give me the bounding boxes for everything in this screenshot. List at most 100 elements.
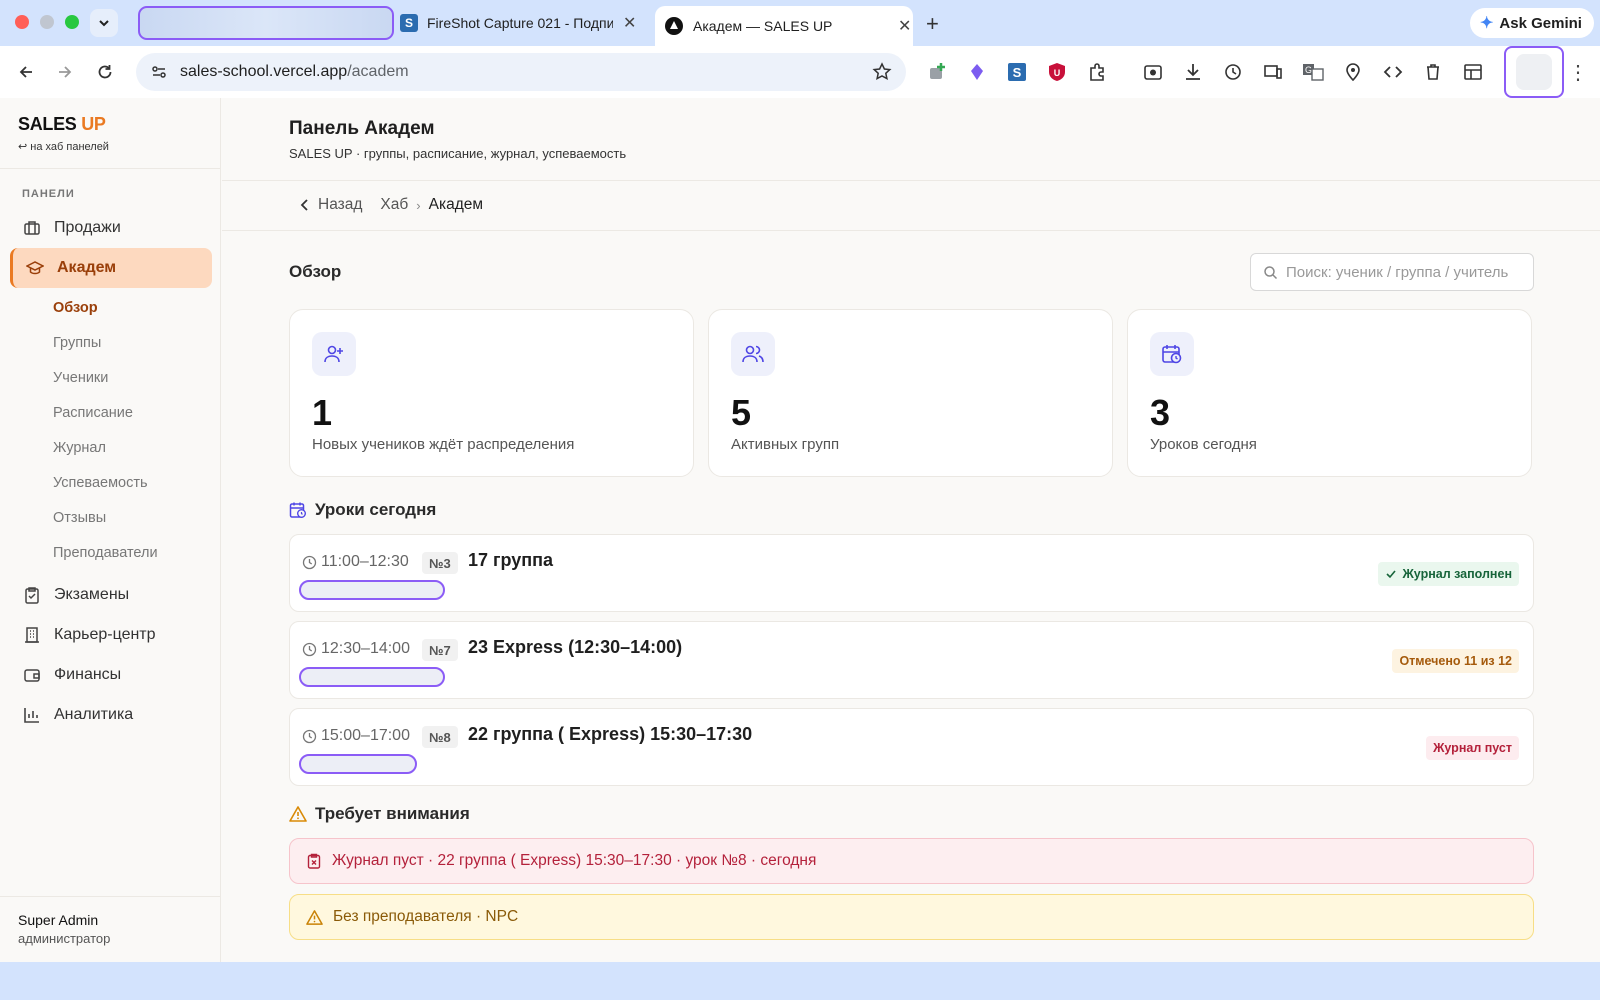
sidebar-subitem-teachers[interactable]: Преподаватели <box>53 545 158 561</box>
screenshot-icon[interactable] <box>1140 59 1166 85</box>
browser-menu-icon[interactable]: ⋮ <box>1568 60 1588 85</box>
url-host: sales-school.vercel.app <box>180 63 348 80</box>
reload-button[interactable] <box>93 60 117 84</box>
sidebar-subitem-schedule[interactable]: Расписание <box>53 405 133 421</box>
extensions-puzzle-icon[interactable] <box>1084 59 1110 85</box>
sidebar-subitem-students[interactable]: Ученики <box>53 370 108 386</box>
site-settings-icon[interactable] <box>148 61 170 83</box>
lessons-today-title: Уроки сегодня <box>289 500 436 520</box>
fireshot-extension-icon[interactable]: S <box>1004 59 1030 85</box>
arrow-left-icon <box>19 66 32 78</box>
sidebar-item-career[interactable]: Карьер-центр <box>10 615 212 655</box>
browser-toolbar: sales-school.vercel.app/academ S U G ⋮ <box>0 46 1600 98</box>
sidebar-item-label: Академ <box>57 259 117 276</box>
stat-card-new-students[interactable]: 1 Новых учеников ждёт распределения <box>289 309 694 477</box>
section-title-label: Требует внимания <box>315 804 470 823</box>
tab-academ[interactable]: Академ — SALES UP ✕ <box>655 6 913 46</box>
back-button[interactable] <box>14 60 38 84</box>
side-panel-icon[interactable] <box>1460 59 1486 85</box>
stat-value: 5 <box>731 392 752 433</box>
user-name[interactable]: Super Admin <box>18 912 98 928</box>
graduation-cap-icon <box>25 258 45 278</box>
forward-button[interactable] <box>53 60 77 84</box>
tab-fireshot[interactable]: S FireShot Capture 021 - Подпи... ✕ <box>398 6 648 40</box>
check-icon <box>1386 570 1397 579</box>
bookmark-star-icon[interactable] <box>872 62 892 87</box>
lesson-row[interactable]: 12:30–14:00 №7 23 Express (12:30–14:00) … <box>289 621 1534 699</box>
lesson-time-label: 12:30–14:00 <box>321 640 410 657</box>
sidebar-subitem-groups[interactable]: Группы <box>53 335 101 351</box>
sidebar-subitem-performance[interactable]: Успеваемость <box>53 475 148 491</box>
fireshot-favicon-icon: S <box>400 14 418 32</box>
browser-tabstrip: S FireShot Capture 021 - Подпи... ✕ Акад… <box>0 0 1600 46</box>
minimize-window-button[interactable] <box>40 15 54 29</box>
sidebar-subitem-reviews[interactable]: Отзывы <box>53 510 106 526</box>
stat-card-active-groups[interactable]: 5 Активных групп <box>708 309 1113 477</box>
stat-card-lessons-today[interactable]: 3 Уроков сегодня <box>1127 309 1532 477</box>
profile-avatar-button[interactable] <box>1504 46 1564 98</box>
lesson-group-name[interactable]: 23 Express (12:30–14:00) <box>468 637 682 658</box>
ublock-shield-icon[interactable]: U <box>1044 59 1070 85</box>
section-title-label: Уроки сегодня <box>315 500 437 519</box>
vercel-favicon-icon <box>665 17 683 35</box>
status-badge: Журнал заполнен <box>1378 562 1519 586</box>
address-bar[interactable]: sales-school.vercel.app/academ <box>136 53 906 91</box>
gemini-sparkle-icon: ✦ <box>1480 15 1494 32</box>
svg-text:U: U <box>1054 68 1061 78</box>
avatar <box>1516 54 1552 90</box>
redacted-teacher <box>299 667 445 687</box>
translate-icon[interactable]: G <box>1300 59 1326 85</box>
breadcrumb-current: Академ <box>428 196 484 213</box>
sidebar-item-exams[interactable]: Экзамены <box>10 575 212 615</box>
code-icon[interactable] <box>1380 59 1406 85</box>
lesson-number-badge: №3 <box>422 552 458 574</box>
chevron-right-icon: › <box>416 197 421 213</box>
trash-icon[interactable] <box>1420 59 1446 85</box>
stat-value: 3 <box>1150 392 1171 433</box>
user-plus-icon <box>312 332 356 376</box>
sidebar-footer-divider <box>0 896 221 897</box>
breadcrumb-hub[interactable]: Хаб <box>380 196 408 214</box>
sidebar-item-sales[interactable]: Продажи <box>10 208 212 248</box>
attention-title: Требует внимания <box>289 804 470 824</box>
search-input[interactable] <box>1286 263 1526 281</box>
svg-text:S: S <box>1013 65 1022 80</box>
users-icon <box>731 332 775 376</box>
sidebar-item-finance[interactable]: Финансы <box>10 655 212 695</box>
sidebar-item-label: Карьер-центр <box>54 626 156 643</box>
close-tab-icon[interactable]: ✕ <box>623 13 636 33</box>
devices-icon[interactable] <box>1260 59 1286 85</box>
sidebar-subitem-journal[interactable]: Журнал <box>53 440 106 456</box>
back-to-hub-link[interactable]: ↩ на хаб панелей <box>18 140 109 153</box>
arrow-right-icon <box>59 66 72 78</box>
new-tab-button[interactable]: + <box>926 11 939 37</box>
lesson-group-name[interactable]: 17 группа <box>468 550 553 571</box>
overview-title: Обзор <box>289 262 342 281</box>
extension-add-icon[interactable] <box>924 59 950 85</box>
download-icon[interactable] <box>1180 59 1206 85</box>
lesson-row[interactable]: 11:00–12:30 №3 17 группа Журнал заполнен <box>289 534 1534 612</box>
extension-crystal-icon[interactable] <box>964 59 990 85</box>
sidebar-subitem-overview[interactable]: Обзор <box>53 300 98 316</box>
search-box[interactable] <box>1250 253 1534 291</box>
tab-label: Академ — SALES UP <box>693 18 833 34</box>
maximize-window-button[interactable] <box>65 15 79 29</box>
sidebar-item-analytics[interactable]: Аналитика <box>10 695 212 735</box>
page-subtitle: SALES UP · группы, расписание, журнал, у… <box>289 146 627 161</box>
close-window-button[interactable] <box>15 15 29 29</box>
lesson-group-name[interactable]: 22 группа ( Express) 15:30–17:30 <box>468 724 752 745</box>
back-link[interactable]: Назад <box>300 196 362 214</box>
ask-gemini-button[interactable]: ✦ Ask Gemini <box>1470 8 1594 38</box>
history-icon[interactable] <box>1220 59 1246 85</box>
location-pin-icon[interactable] <box>1340 59 1366 85</box>
close-tab-icon[interactable]: ✕ <box>898 16 911 36</box>
lesson-row[interactable]: 15:00–17:00 №8 22 группа ( Express) 15:3… <box>289 708 1534 786</box>
brand-logo[interactable]: SALES UP <box>18 114 106 135</box>
alert-no-teacher[interactable]: Без преподавателя · NPC <box>289 894 1534 940</box>
redacted-tab[interactable] <box>138 6 394 40</box>
brand-up: UP <box>81 114 106 134</box>
tab-search-button[interactable] <box>90 9 118 37</box>
sidebar-item-academ[interactable]: Академ <box>10 248 212 288</box>
calendar-clock-icon <box>1150 332 1194 376</box>
alert-empty-journal[interactable]: Журнал пуст · 22 группа ( Express) 15:30… <box>289 838 1534 884</box>
